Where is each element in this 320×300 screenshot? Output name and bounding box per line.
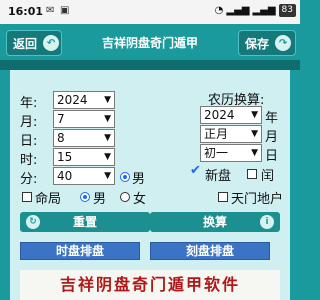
dropdown-arrow-icon: ▼ [104,114,111,124]
convert-button[interactable]: 换算 i [150,212,280,232]
dropdown-arrow-icon: ▼ [251,129,258,139]
lunar-month-value: 正月 [204,127,229,141]
male-label: 男 [132,172,146,187]
convert-label: 换算 [202,215,227,229]
refresh-icon: ↻ [26,215,40,229]
signal-icon: ▂▄▆ [226,5,250,16]
hour-label: 时: [20,153,38,168]
status-bar: 16:01 ✉ ▣ ◔ ▂▄▆ ▂▄▆ 83 [0,0,300,24]
dropdown-arrow-icon: ▼ [104,95,111,105]
signal-icon: ▂▄▆ [252,5,276,16]
minute-label: 分: [20,172,38,187]
month-value: 7 [57,112,65,126]
run-label: 闰 [261,169,275,184]
lunar-day-value: 初一 [204,146,229,160]
app-header: 返回 ↶ 吉祥阴盘奇门遁甲 保存 ↷ [0,24,300,60]
status-icons: ◔ ▂▄▆ ▂▄▆ 83 [215,4,296,17]
dropdown-arrow-icon: ▼ [104,171,111,181]
header-divider [0,60,300,70]
male-label: 男 [93,192,107,207]
year-select[interactable]: 2024 ▼ [53,91,115,109]
tianmen-label: 天门地户 [231,192,284,207]
minute-value: 40 [57,169,73,183]
lunar-day-unit: 日 [265,149,279,164]
tianmen-checkbox[interactable] [218,192,228,202]
month-label: 月: [20,115,38,130]
xinpan-label: 新盘 [205,169,232,184]
wifi-icon: ◔ [214,5,224,16]
lunar-year-unit: 年 [265,111,279,126]
lunar-month-select[interactable]: 正月 ▼ [200,125,262,143]
lunar-year-value: 2024 [204,108,235,122]
reset-label: 重置 [72,215,97,229]
mingju-label: 命局 [35,192,62,207]
dropdown-arrow-icon: ▼ [104,152,111,162]
reset-button[interactable]: ↻ 重置 [20,212,150,232]
notification-icon: ▣ [60,5,70,16]
dropdown-arrow-icon: ▼ [251,148,258,158]
male-radio[interactable] [80,192,90,202]
app-banner: 吉祥阴盘奇门遁甲软件 [20,270,280,300]
day-label: 日: [20,134,38,149]
dropdown-arrow-icon: ▼ [104,133,111,143]
month-select[interactable]: 7 ▼ [53,110,115,128]
save-button[interactable]: 保存 ↷ [238,30,296,56]
battery-icon: 83 [278,4,296,17]
dropdown-arrow-icon: ▼ [251,110,258,120]
year-label: 年: [20,96,38,111]
shipan-button[interactable]: 时盘排盘 [20,242,140,260]
kepan-button[interactable]: 刻盘排盘 [150,242,270,260]
lunar-year-select[interactable]: 2024 ▼ [200,106,262,124]
hour-value: 15 [57,150,73,164]
status-time: 16:01 [8,5,44,18]
female-radio[interactable] [120,192,130,202]
day-value: 8 [57,131,65,145]
xinpan-check-icon[interactable]: ✔ [190,163,201,178]
female-label: 女 [133,192,147,207]
save-label: 保存 [245,36,270,51]
minute-select[interactable]: 40 ▼ [53,167,115,185]
male-radio[interactable] [120,172,130,182]
hour-select[interactable]: 15 ▼ [53,148,115,166]
lunar-month-unit: 月 [265,130,279,145]
day-select[interactable]: 8 ▼ [53,129,115,147]
run-checkbox[interactable] [247,169,257,179]
input-panel: 年: 2024 ▼ 月: 7 ▼ 日: 8 ▼ 时: 15 ▼ 分: 40 ▼ 男 农历换… [10,70,290,300]
year-value: 2024 [57,93,88,107]
lunar-day-select[interactable]: 初一 ▼ [200,144,262,162]
info-icon: i [260,215,274,229]
forward-arrow-icon: ↷ [275,35,292,51]
mingju-checkbox[interactable] [22,192,32,202]
notification-icon: ✉ [46,5,55,16]
